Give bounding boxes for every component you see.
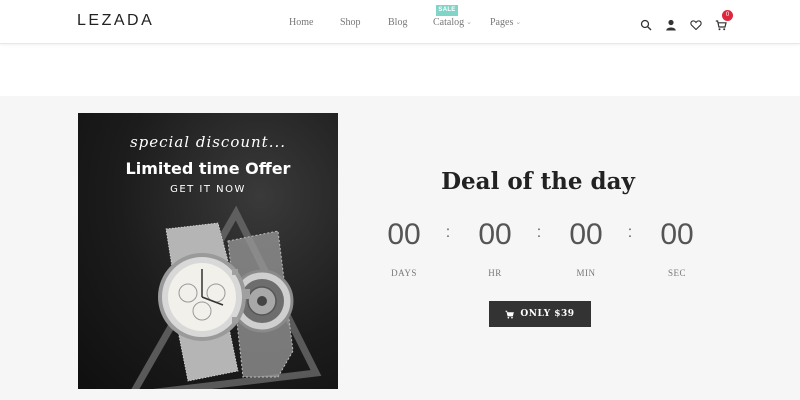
countdown-minutes-value: 00 [569,218,603,251]
promo-title: Limited time Offer [125,159,291,178]
countdown-seconds-label: SEC [667,268,686,278]
cart-count-badge: 0 [722,10,733,21]
watch-image [131,205,322,389]
promo-script-text: special discount... [129,133,287,151]
countdown-separator: : [627,224,633,241]
buy-deal-button[interactable]: ONLY $39 [489,301,591,327]
nav-catalog[interactable]: Catalog ⌄ [433,17,472,28]
nav-blog-label: Blog [388,17,408,28]
buy-deal-button-label: ONLY $39 [520,309,575,319]
sale-badge: SALE [436,5,458,16]
countdown-separator: : [445,224,451,241]
search-icon[interactable] [640,16,652,31]
countdown-days-value: 00 [387,218,421,251]
countdown-seconds-value: 00 [660,218,694,251]
nav-blog[interactable]: Blog [388,17,407,28]
chevron-down-icon: ⌄ [466,18,472,26]
site-logo[interactable]: LEZADA [77,12,154,30]
cart-icon [505,310,515,319]
nav-pages[interactable]: Pages ⌄ [490,17,521,28]
chevron-down-icon: ⌄ [515,18,522,26]
site-header: LEZADA Home Shop Blog Catalog ⌄ Pages ⌄ SA… [0,0,800,44]
promo-banner[interactable]: special discount... Limited time Offer G… [78,113,338,389]
nav-shop-label: Shop [340,17,361,28]
countdown-separator: : [536,224,542,241]
deal-title: Deal of the day [441,168,635,195]
countdown-hours-label: HR [488,268,502,278]
nav-catalog-label: Catalog [433,17,465,28]
countdown-days-label: DAYS [391,268,417,278]
nav-shop[interactable]: Shop [340,17,361,28]
nav-pages-label: Pages [490,17,514,28]
nav-home-label: Home [289,17,314,28]
heart-icon[interactable] [690,16,702,31]
user-icon[interactable] [665,16,677,31]
nav-home[interactable]: Home [289,17,313,28]
countdown-minutes-label: MIN [576,268,596,278]
countdown-hours-value: 00 [478,218,512,251]
promo-cta-link[interactable]: GET IT NOW [78,184,338,195]
